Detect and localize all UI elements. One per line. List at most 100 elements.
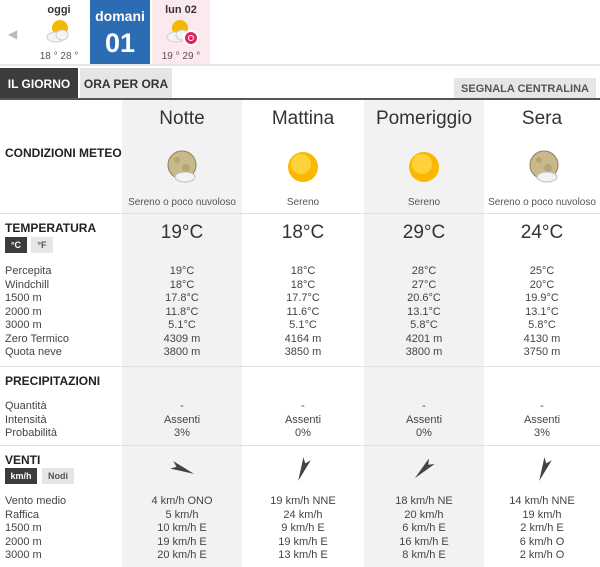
value-cell: 5.8°C <box>528 319 556 331</box>
celsius-toggle[interactable]: °C <box>5 237 27 253</box>
moon-cloud-icon <box>167 150 197 183</box>
condition-description: Sereno <box>407 197 441 208</box>
wind-arrow-icon <box>414 458 435 479</box>
value-cell: 3800 m <box>405 346 443 358</box>
slot-temperature: 29°C <box>402 222 446 243</box>
precipitation-values-mattina: - Assenti 0% <box>242 400 364 441</box>
value-cell: Assenti <box>405 413 443 426</box>
value-cell: 3% <box>534 427 550 439</box>
temperature-values-mattina: 18°C 18°C 17.7°C 11.6°C 5.1°C 4164 m 385… <box>242 265 364 360</box>
kmh-toggle[interactable]: km/h <box>5 468 37 484</box>
value-cell: 5.1°C <box>168 319 196 331</box>
divider <box>0 445 600 446</box>
value-cell: 14 km/h NNE <box>509 495 575 507</box>
value-cell: 25°C <box>529 265 555 277</box>
value-cell: Assenti <box>163 413 201 426</box>
moon-cloud-icon <box>529 150 559 183</box>
row-label: 2000 m <box>5 305 42 318</box>
value-cell: 17.8°C <box>165 292 199 304</box>
temperature-values-pomeriggio: 28°C 27°C 20.6°C 13.1°C 5.8°C 4201 m 380… <box>364 265 484 360</box>
value-cell: 18°C <box>290 265 316 277</box>
value-cell: 3800 m <box>163 346 201 358</box>
value-cell: 28°C <box>411 265 437 277</box>
day-lun[interactable]: lun 02 19 ° 29 ° <box>152 0 210 66</box>
sun-cloud-icon <box>46 20 69 43</box>
value-cell: Assenti <box>284 413 322 426</box>
nodi-toggle[interactable]: Nodi <box>42 468 74 484</box>
wind-arrow-icon <box>170 461 195 474</box>
condition-description: Sereno <box>286 197 320 208</box>
day-domani-selected[interactable]: domani 01 <box>90 0 150 66</box>
precipitation-values-sera: - Assenti 3% <box>484 400 600 441</box>
temperature-values-sera: 25°C 20°C 19.9°C 13.1°C 5.8°C 4130 m 375… <box>484 265 600 360</box>
value-cell: 11.6°C <box>286 305 320 318</box>
precipitation-values-notte: - Assenti 3% <box>122 400 242 441</box>
temperature-row-labels: Percepita Windchill 1500 m 2000 m 3000 m… <box>5 265 69 360</box>
row-label: Percepita <box>5 265 52 277</box>
day-name: lun 02 <box>165 4 197 16</box>
row-label: Windchill <box>5 278 50 291</box>
wind-arrow-icon <box>298 457 311 482</box>
day-number: 01 <box>104 28 136 58</box>
slot-name: Mattina <box>271 108 335 129</box>
tab-il-giorno[interactable]: IL GIORNO <box>0 68 78 100</box>
row-label: 1500 m <box>5 522 42 534</box>
wind-row-labels: Vento medio Raffica 1500 m 2000 m 3000 m <box>5 495 66 563</box>
slot-name: Sera <box>521 108 563 129</box>
value-cell: 5.8°C <box>410 319 438 331</box>
fahrenheit-toggle[interactable]: °F <box>31 237 53 253</box>
value-cell: 4201 m <box>405 332 443 345</box>
value-cell: 4309 m <box>163 332 201 345</box>
value-cell: 18°C <box>290 278 316 291</box>
value-cell: 19 km/h E <box>278 535 328 548</box>
row-label: Quota neve <box>5 346 62 358</box>
day-temps: 18 ° 28 ° <box>39 51 79 62</box>
temperature-values-notte: 19°C 18°C 17.8°C 11.8°C 5.1°C 4309 m 380… <box>122 265 242 360</box>
sun-icon <box>409 152 439 182</box>
value-cell: 18°C <box>169 278 195 291</box>
value-cell: - <box>422 400 426 412</box>
value-cell: 20 km/h <box>404 508 444 521</box>
value-cell: 8 km/h E <box>402 549 446 561</box>
condition-description: Sereno o poco nuvoloso <box>488 197 596 208</box>
row-label: Zero Termico <box>5 332 69 345</box>
value-cell: 19 km/h NNE <box>270 495 336 507</box>
value-cell: 5 km/h <box>165 508 199 521</box>
value-cell: Assenti <box>523 413 561 426</box>
row-label: 2000 m <box>5 535 42 548</box>
slot-temperature: 19°C <box>160 222 204 243</box>
alert-icon[interactable] <box>183 30 199 46</box>
value-cell: 24 km/h <box>283 508 323 521</box>
value-cell: 13.1°C <box>407 305 441 318</box>
row-label: Raffica <box>5 508 40 521</box>
condition-description: Sereno o poco nuvoloso <box>128 197 236 208</box>
wind-values-mattina: 19 km/h NNE 24 km/h 9 km/h E 19 km/h E 1… <box>242 495 364 563</box>
value-cell: 0% <box>416 427 432 439</box>
value-cell: 3% <box>174 427 190 439</box>
value-cell: - <box>540 400 544 412</box>
value-cell: 2 km/h E <box>520 522 564 534</box>
value-cell: 17.7°C <box>286 292 320 304</box>
day-oggi[interactable]: oggi 18 ° 28 ° <box>30 0 88 66</box>
prev-day-arrow-icon[interactable]: ◀ <box>8 27 22 41</box>
divider <box>0 366 600 367</box>
value-cell: 3850 m <box>284 346 322 358</box>
value-cell: 19 km/h E <box>157 535 207 548</box>
value-cell: - <box>180 400 184 412</box>
value-cell: 27°C <box>411 278 437 291</box>
value-cell: 20.6°C <box>407 292 441 304</box>
value-cell: 3750 m <box>523 346 561 358</box>
row-label: 3000 m <box>5 549 42 561</box>
section-condizioni-meteo: CONDIZIONI METEO <box>5 146 122 160</box>
tab-ora-per-ora[interactable]: ORA PER ORA <box>80 68 172 100</box>
section-temperatura: TEMPERATURA <box>5 221 97 235</box>
segnala-centralina-button[interactable]: SEGNALA CENTRALINA <box>454 78 596 100</box>
wind-values-sera: 14 km/h NNE 19 km/h 2 km/h E 6 km/h O 2 … <box>484 495 600 563</box>
value-cell: 6 km/h O <box>519 535 565 548</box>
sun-icon <box>288 152 318 182</box>
row-label: 1500 m <box>5 292 42 304</box>
day-temps: 19 ° 29 ° <box>161 51 201 62</box>
wind-values-pomeriggio: 18 km/h NE 20 km/h 6 km/h E 16 km/h E 8 … <box>364 495 484 563</box>
section-venti: VENTI <box>5 453 41 467</box>
value-cell: 4 km/h ONO <box>151 495 213 507</box>
